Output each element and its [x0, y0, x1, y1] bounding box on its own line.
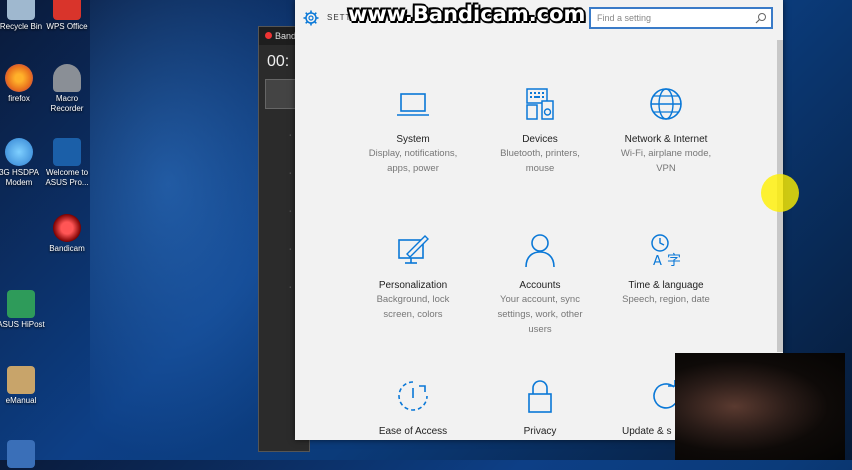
tile-name: Network & Internet [624, 134, 708, 145]
tile-desc: Bluetooth, printers, [500, 148, 580, 159]
search-placeholder: Find a setting [597, 13, 652, 23]
tile-name: Ease of Access [378, 426, 448, 437]
bandicam-title: Band [275, 31, 297, 41]
globe-icon [650, 88, 682, 120]
recycle-bin-icon [7, 0, 35, 20]
desktop-icon-label: Macro Recorder [50, 94, 84, 113]
tile-name: Devices [522, 134, 558, 145]
emanual-icon [7, 366, 35, 394]
desktop-icon-label: WPS Office [46, 22, 88, 31]
devices-icon [526, 88, 554, 120]
tile-network[interactable]: Network & Internet Wi-Fi, airplane mode,… [606, 86, 726, 176]
person-icon [525, 234, 555, 268]
wps-office-icon [53, 0, 81, 20]
tile-system[interactable]: System Display, notifications, apps, pow… [353, 86, 473, 176]
desktop-icon-label: Bandicam [49, 244, 85, 253]
tile-name: Time & language [628, 280, 704, 291]
tile-personalization[interactable]: Personalization Background, lock screen,… [353, 232, 473, 322]
tile-desc: Display, notifications, [368, 148, 458, 159]
tile-desc: mouse [525, 163, 555, 174]
desktop-icon-asus-welcome[interactable]: Welcome to ASUS Pro... [40, 138, 94, 188]
gear-icon [303, 10, 319, 26]
laptop-icon [397, 93, 429, 116]
app-icon [7, 440, 35, 468]
tile-desc: Background, lock [376, 294, 450, 305]
desktop-icon-asus-hipost[interactable]: ASUS HiPost [0, 290, 48, 330]
search-icon[interactable] [755, 12, 767, 24]
tile-privacy[interactable]: Privacy [480, 378, 600, 438]
cursor-highlight [761, 174, 799, 212]
hipost-icon [7, 290, 35, 318]
bandicam-icon [53, 214, 81, 242]
record-icon [265, 32, 272, 39]
tile-accounts[interactable]: Accounts Your account, sync settings, wo… [480, 232, 600, 337]
asus-icon [53, 138, 81, 166]
tile-desc: Speech, region, date [622, 294, 710, 305]
svg-text:字: 字 [667, 253, 681, 268]
tile-name: Privacy [523, 426, 557, 437]
tile-desc: screen, colors [383, 309, 443, 320]
tile-desc: apps, power [387, 163, 439, 174]
webcam-overlay [675, 353, 845, 460]
search-input[interactable]: Find a setting [589, 7, 773, 29]
bandicam-watermark: www.Bandicam.com [348, 2, 586, 26]
desktop-icon-wps-office[interactable]: WPS Office [40, 0, 94, 32]
globe-modem-icon [5, 138, 33, 166]
paint-icon [398, 235, 429, 264]
robot-icon [53, 64, 81, 92]
lock-icon [528, 380, 552, 413]
tile-desc: settings, work, other [497, 309, 583, 320]
tile-devices[interactable]: Devices Bluetooth, printers, mouse [480, 86, 600, 176]
desktop-icon-macro-recorder[interactable]: Macro Recorder [40, 64, 94, 114]
desktop-icon-partial[interactable] [0, 440, 48, 470]
tile-desc: Your account, sync [500, 294, 580, 305]
desktop-icon-emanual[interactable]: eManual [0, 366, 48, 406]
tile-name: Personalization [378, 280, 448, 291]
tile-time-language[interactable]: A 字 Time & language Speech, region, date [606, 232, 726, 307]
tile-desc: users [528, 324, 552, 335]
firefox-icon [5, 64, 33, 92]
ease-of-access-icon [398, 381, 428, 411]
desktop-icon-label: Welcome to ASUS Pro... [45, 168, 89, 187]
tile-desc: Wi-Fi, airplane mode, [620, 148, 712, 159]
svg-text:A: A [653, 254, 662, 268]
tile-desc: VPN [656, 163, 676, 174]
desktop-icon-label: ASUS HiPost [0, 320, 45, 329]
desktop-icon-bandicam[interactable]: Bandicam [40, 214, 94, 254]
tile-name: Accounts [519, 280, 561, 291]
desktop-icon-label: eManual [5, 396, 37, 405]
tile-name: System [396, 134, 430, 145]
time-language-icon: A 字 [651, 234, 681, 269]
tile-ease-of-access[interactable]: Ease of Access [353, 378, 473, 438]
